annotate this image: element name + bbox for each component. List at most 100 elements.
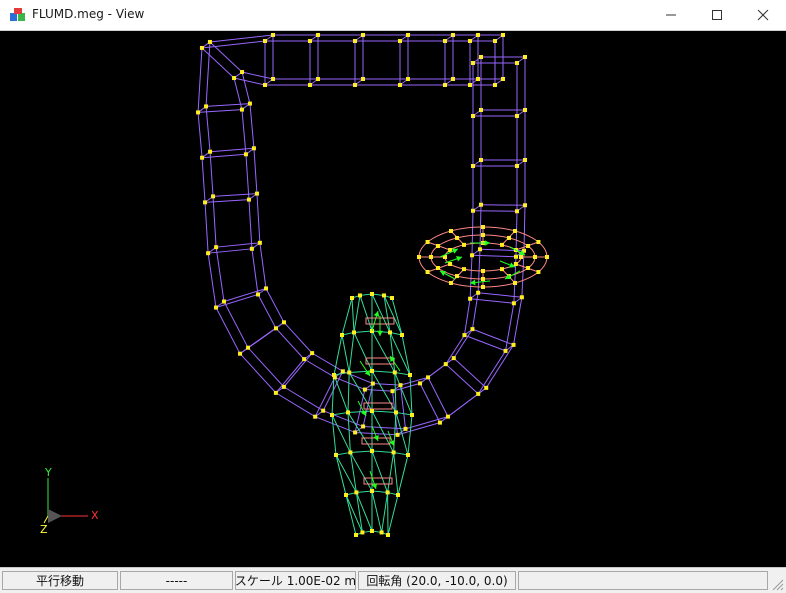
pipe-edge [208,248,252,254]
mesh-node [500,242,504,247]
mesh-node [455,274,459,279]
pipe-edge [256,193,261,243]
mesh-node [484,385,489,390]
mesh-node [281,320,286,325]
mesh-node [425,270,430,274]
mesh-node [503,348,508,353]
mesh-node [394,410,398,415]
pipe-edge [197,47,203,113]
mesh-node [479,202,484,207]
mesh-node [232,76,237,81]
fan-edge [371,490,388,493]
pipe-edge [464,334,506,352]
viewport-3d[interactable]: X Y Z [0,31,786,567]
mesh-node [406,453,410,457]
mesh-node [514,209,519,214]
fan-edge [341,334,350,373]
mesh-node [200,155,205,160]
mesh-node [471,164,475,168]
mesh-node [334,453,338,457]
pipe-edge [202,153,246,159]
pipe-edge [453,357,487,389]
pipe-edge [248,199,253,249]
fan-edge [381,492,389,533]
status-empty [518,571,768,590]
mesh-node [481,269,485,273]
pipe-edge [251,248,259,295]
pipe-edge [212,196,217,248]
axis-z-label: Z [40,523,48,536]
mesh-node [443,362,448,367]
mesh-node [243,152,248,157]
pipe-edge [283,386,324,412]
mesh-node [443,83,447,87]
mesh-node [350,296,354,300]
pipe-edge [210,147,254,153]
fan-edge [371,410,395,453]
mesh-node [507,235,511,240]
mesh-node [478,247,483,252]
mesh-node [340,333,344,337]
pipe-edge [257,294,277,329]
mesh-node [513,262,518,266]
mesh-node [408,373,412,377]
mesh-node [370,292,374,296]
mesh-node [451,33,455,37]
axis-y-label: Y [44,466,52,479]
app-icon [10,8,25,21]
mesh-node [429,255,433,259]
mesh-node [400,333,404,337]
pipe-edge [275,327,305,360]
pipe-edge [400,376,429,386]
mesh-node [398,383,403,388]
mesh-node [511,301,516,306]
pipe-edge [478,292,522,298]
fan-edge [371,410,397,413]
mesh-node [313,414,318,419]
mesh-node [321,408,326,413]
mesh-node [536,240,541,244]
pipe-edge [447,387,487,418]
mesh-node [308,39,312,43]
fan-edge [351,297,355,333]
close-button[interactable] [740,0,786,30]
minimize-button[interactable] [648,0,694,30]
mesh-node [476,77,480,81]
mesh-node [391,450,396,455]
fan-edge [394,371,411,376]
mesh-node [214,245,219,250]
maximize-button[interactable] [694,0,740,30]
mesh-node [479,158,483,162]
mesh-node [316,77,320,81]
mesh-node [347,370,352,375]
mesh-node [481,285,485,289]
axis-triad: X Y Z [40,466,99,536]
pipe-edge [206,103,250,107]
mesh-node [353,39,357,43]
mesh-node [382,293,386,298]
pipe-edge [253,148,258,194]
mesh-nodes [196,33,549,537]
mesh-node [511,342,516,347]
mesh-node [332,373,336,377]
pipe-edge [275,358,305,394]
mesh-node [417,255,421,259]
mesh-node [379,530,384,535]
mesh-node [308,83,312,87]
resize-grip-icon[interactable] [770,577,784,591]
fan-edge [409,374,413,416]
pipe-edge [245,154,250,200]
mesh-node [406,77,410,81]
pipe-edge [197,112,203,158]
fan-edge [347,372,350,413]
mesh-node [264,286,269,291]
mesh-node [358,293,362,298]
mesh-node [515,164,519,168]
pipe-edge [364,389,393,392]
mesh-node [493,83,497,87]
mesh-node [254,191,259,196]
mesh-node [273,390,278,395]
mesh-node [256,292,261,297]
pipe-edge [259,242,267,289]
fan-edge [393,452,399,496]
